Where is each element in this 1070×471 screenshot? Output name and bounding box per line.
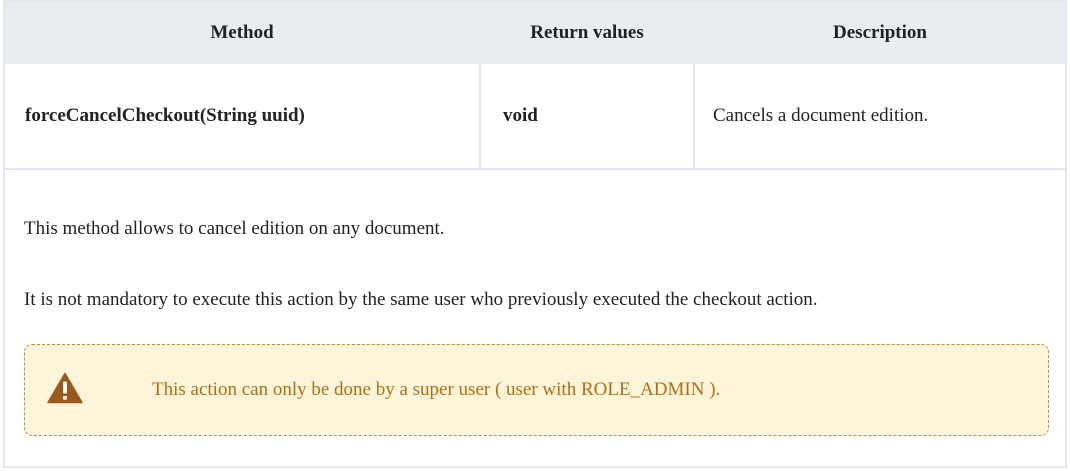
return-value-cell: void — [479, 64, 695, 168]
warning-box: This action can only be done by a super … — [24, 344, 1049, 436]
method-cell: forceCancelCheckout(String uuid) — [25, 105, 305, 126]
table-header-row: Method Return values Description — [5, 2, 1065, 64]
notes-cell: This method allows to cancel edition on … — [5, 170, 1065, 466]
header-method: Method — [210, 22, 274, 43]
note-paragraph: This method allows to cancel edition on … — [24, 218, 445, 239]
header-return-values: Return values — [530, 22, 644, 43]
table-row: forceCancelCheckout(String uuid) void Ca… — [5, 64, 1065, 170]
description-cell: Cancels a document edition. — [713, 105, 929, 126]
note-paragraph: It is not mandatory to execute this acti… — [24, 289, 818, 310]
warning-triangle-icon — [47, 372, 83, 404]
header-description: Description — [833, 22, 927, 43]
warning-text: This action can only be done by a super … — [152, 379, 721, 400]
method-table: Method Return values Description forceCa… — [3, 0, 1067, 468]
